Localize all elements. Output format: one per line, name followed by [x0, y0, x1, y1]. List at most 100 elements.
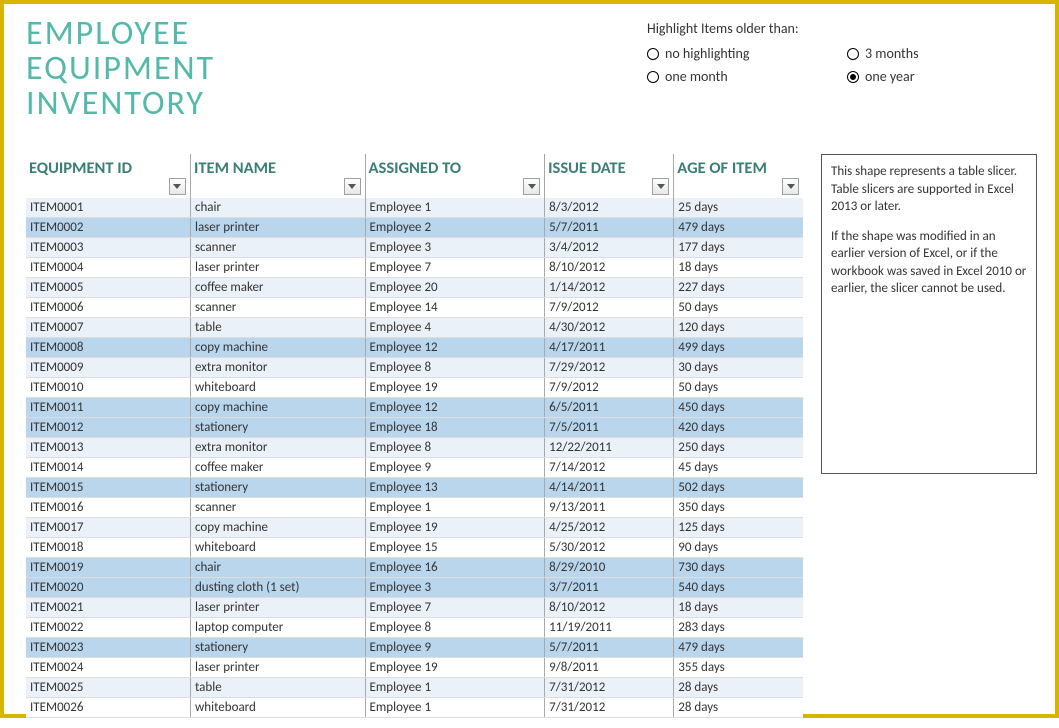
table-row[interactable]: ITEM0009extra monitorEmployee 87/29/2012… — [26, 358, 803, 378]
cell-assigned[interactable]: Employee 1 — [365, 198, 545, 218]
column-header[interactable]: AGE OF ITEM — [674, 154, 803, 198]
cell-item[interactable]: whiteboard — [190, 698, 365, 718]
cell-id[interactable]: ITEM0011 — [26, 398, 190, 418]
cell-age[interactable]: 50 days — [674, 298, 803, 318]
table-row[interactable]: ITEM0005coffee makerEmployee 201/14/2012… — [26, 278, 803, 298]
cell-item[interactable]: scanner — [190, 498, 365, 518]
cell-id[interactable]: ITEM0017 — [26, 518, 190, 538]
cell-date[interactable]: 9/8/2011 — [545, 658, 674, 678]
cell-id[interactable]: ITEM0001 — [26, 198, 190, 218]
filter-dropdown-icon[interactable] — [169, 178, 186, 195]
table-row[interactable]: ITEM0004laser printerEmployee 78/10/2012… — [26, 258, 803, 278]
table-row[interactable]: ITEM0022laptop computerEmployee 811/19/2… — [26, 618, 803, 638]
table-row[interactable]: ITEM0015stationeryEmployee 134/14/201150… — [26, 478, 803, 498]
cell-date[interactable]: 6/5/2011 — [545, 398, 674, 418]
table-row[interactable]: ITEM0012stationeryEmployee 187/5/2011420… — [26, 418, 803, 438]
cell-item[interactable]: laptop computer — [190, 618, 365, 638]
highlight-option[interactable]: one month — [647, 68, 837, 85]
cell-assigned[interactable]: Employee 1 — [365, 498, 545, 518]
cell-assigned[interactable]: Employee 19 — [365, 658, 545, 678]
cell-date[interactable]: 8/3/2012 — [545, 198, 674, 218]
table-row[interactable]: ITEM0013extra monitorEmployee 812/22/201… — [26, 438, 803, 458]
cell-date[interactable]: 5/7/2011 — [545, 638, 674, 658]
column-header[interactable]: ASSIGNED TO — [365, 154, 545, 198]
cell-age[interactable]: 283 days — [674, 618, 803, 638]
cell-id[interactable]: ITEM0009 — [26, 358, 190, 378]
cell-item[interactable]: copy machine — [190, 338, 365, 358]
table-row[interactable]: ITEM0011copy machineEmployee 126/5/20114… — [26, 398, 803, 418]
cell-date[interactable]: 7/31/2012 — [545, 698, 674, 718]
cell-item[interactable]: whiteboard — [190, 538, 365, 558]
cell-id[interactable]: ITEM0005 — [26, 278, 190, 298]
cell-id[interactable]: ITEM0020 — [26, 578, 190, 598]
cell-age[interactable]: 18 days — [674, 258, 803, 278]
cell-assigned[interactable]: Employee 4 — [365, 318, 545, 338]
cell-item[interactable]: laser printer — [190, 218, 365, 238]
highlight-option[interactable]: no highlighting — [647, 45, 837, 62]
cell-item[interactable]: extra monitor — [190, 438, 365, 458]
cell-age[interactable]: 25 days — [674, 198, 803, 218]
cell-date[interactable]: 8/29/2010 — [545, 558, 674, 578]
column-header[interactable]: EQUIPMENT ID — [26, 154, 190, 198]
cell-age[interactable]: 350 days — [674, 498, 803, 518]
table-row[interactable]: ITEM0020dusting cloth (1 set)Employee 33… — [26, 578, 803, 598]
cell-item[interactable]: chair — [190, 198, 365, 218]
cell-assigned[interactable]: Employee 8 — [365, 618, 545, 638]
cell-age[interactable]: 28 days — [674, 698, 803, 718]
cell-age[interactable]: 28 days — [674, 678, 803, 698]
cell-assigned[interactable]: Employee 12 — [365, 398, 545, 418]
cell-id[interactable]: ITEM0014 — [26, 458, 190, 478]
cell-age[interactable]: 50 days — [674, 378, 803, 398]
cell-date[interactable]: 9/13/2011 — [545, 498, 674, 518]
cell-date[interactable]: 7/9/2012 — [545, 378, 674, 398]
cell-item[interactable]: dusting cloth (1 set) — [190, 578, 365, 598]
cell-assigned[interactable]: Employee 1 — [365, 698, 545, 718]
cell-date[interactable]: 7/9/2012 — [545, 298, 674, 318]
cell-date[interactable]: 8/10/2012 — [545, 598, 674, 618]
cell-date[interactable]: 7/29/2012 — [545, 358, 674, 378]
cell-date[interactable]: 7/5/2011 — [545, 418, 674, 438]
cell-age[interactable]: 30 days — [674, 358, 803, 378]
cell-assigned[interactable]: Employee 8 — [365, 358, 545, 378]
filter-dropdown-icon[interactable] — [782, 178, 799, 195]
table-row[interactable]: ITEM0016scannerEmployee 19/13/2011350 da… — [26, 498, 803, 518]
highlight-option[interactable]: 3 months — [847, 45, 1037, 62]
cell-id[interactable]: ITEM0002 — [26, 218, 190, 238]
table-row[interactable]: ITEM0001chairEmployee 18/3/201225 days — [26, 198, 803, 218]
cell-item[interactable]: stationery — [190, 418, 365, 438]
cell-assigned[interactable]: Employee 19 — [365, 378, 545, 398]
cell-id[interactable]: ITEM0025 — [26, 678, 190, 698]
table-row[interactable]: ITEM0017copy machineEmployee 194/25/2012… — [26, 518, 803, 538]
cell-assigned[interactable]: Employee 3 — [365, 238, 545, 258]
cell-age[interactable]: 18 days — [674, 598, 803, 618]
cell-date[interactable]: 5/7/2011 — [545, 218, 674, 238]
cell-assigned[interactable]: Employee 19 — [365, 518, 545, 538]
cell-item[interactable]: chair — [190, 558, 365, 578]
cell-assigned[interactable]: Employee 18 — [365, 418, 545, 438]
cell-id[interactable]: ITEM0026 — [26, 698, 190, 718]
table-row[interactable]: ITEM0014coffee makerEmployee 97/14/20124… — [26, 458, 803, 478]
table-row[interactable]: ITEM0021laser printerEmployee 78/10/2012… — [26, 598, 803, 618]
cell-assigned[interactable]: Employee 7 — [365, 598, 545, 618]
cell-item[interactable]: laser printer — [190, 658, 365, 678]
cell-assigned[interactable]: Employee 16 — [365, 558, 545, 578]
cell-date[interactable]: 4/14/2011 — [545, 478, 674, 498]
cell-date[interactable]: 12/22/2011 — [545, 438, 674, 458]
cell-assigned[interactable]: Employee 20 — [365, 278, 545, 298]
cell-assigned[interactable]: Employee 9 — [365, 638, 545, 658]
cell-assigned[interactable]: Employee 2 — [365, 218, 545, 238]
cell-age[interactable]: 227 days — [674, 278, 803, 298]
cell-id[interactable]: ITEM0022 — [26, 618, 190, 638]
cell-item[interactable]: laser printer — [190, 598, 365, 618]
cell-date[interactable]: 4/30/2012 — [545, 318, 674, 338]
table-row[interactable]: ITEM0023stationeryEmployee 95/7/2011479 … — [26, 638, 803, 658]
cell-assigned[interactable]: Employee 13 — [365, 478, 545, 498]
cell-id[interactable]: ITEM0012 — [26, 418, 190, 438]
cell-assigned[interactable]: Employee 14 — [365, 298, 545, 318]
table-row[interactable]: ITEM0010whiteboardEmployee 197/9/201250 … — [26, 378, 803, 398]
cell-id[interactable]: ITEM0019 — [26, 558, 190, 578]
cell-date[interactable]: 3/7/2011 — [545, 578, 674, 598]
cell-age[interactable]: 177 days — [674, 238, 803, 258]
cell-age[interactable]: 45 days — [674, 458, 803, 478]
cell-date[interactable]: 7/31/2012 — [545, 678, 674, 698]
